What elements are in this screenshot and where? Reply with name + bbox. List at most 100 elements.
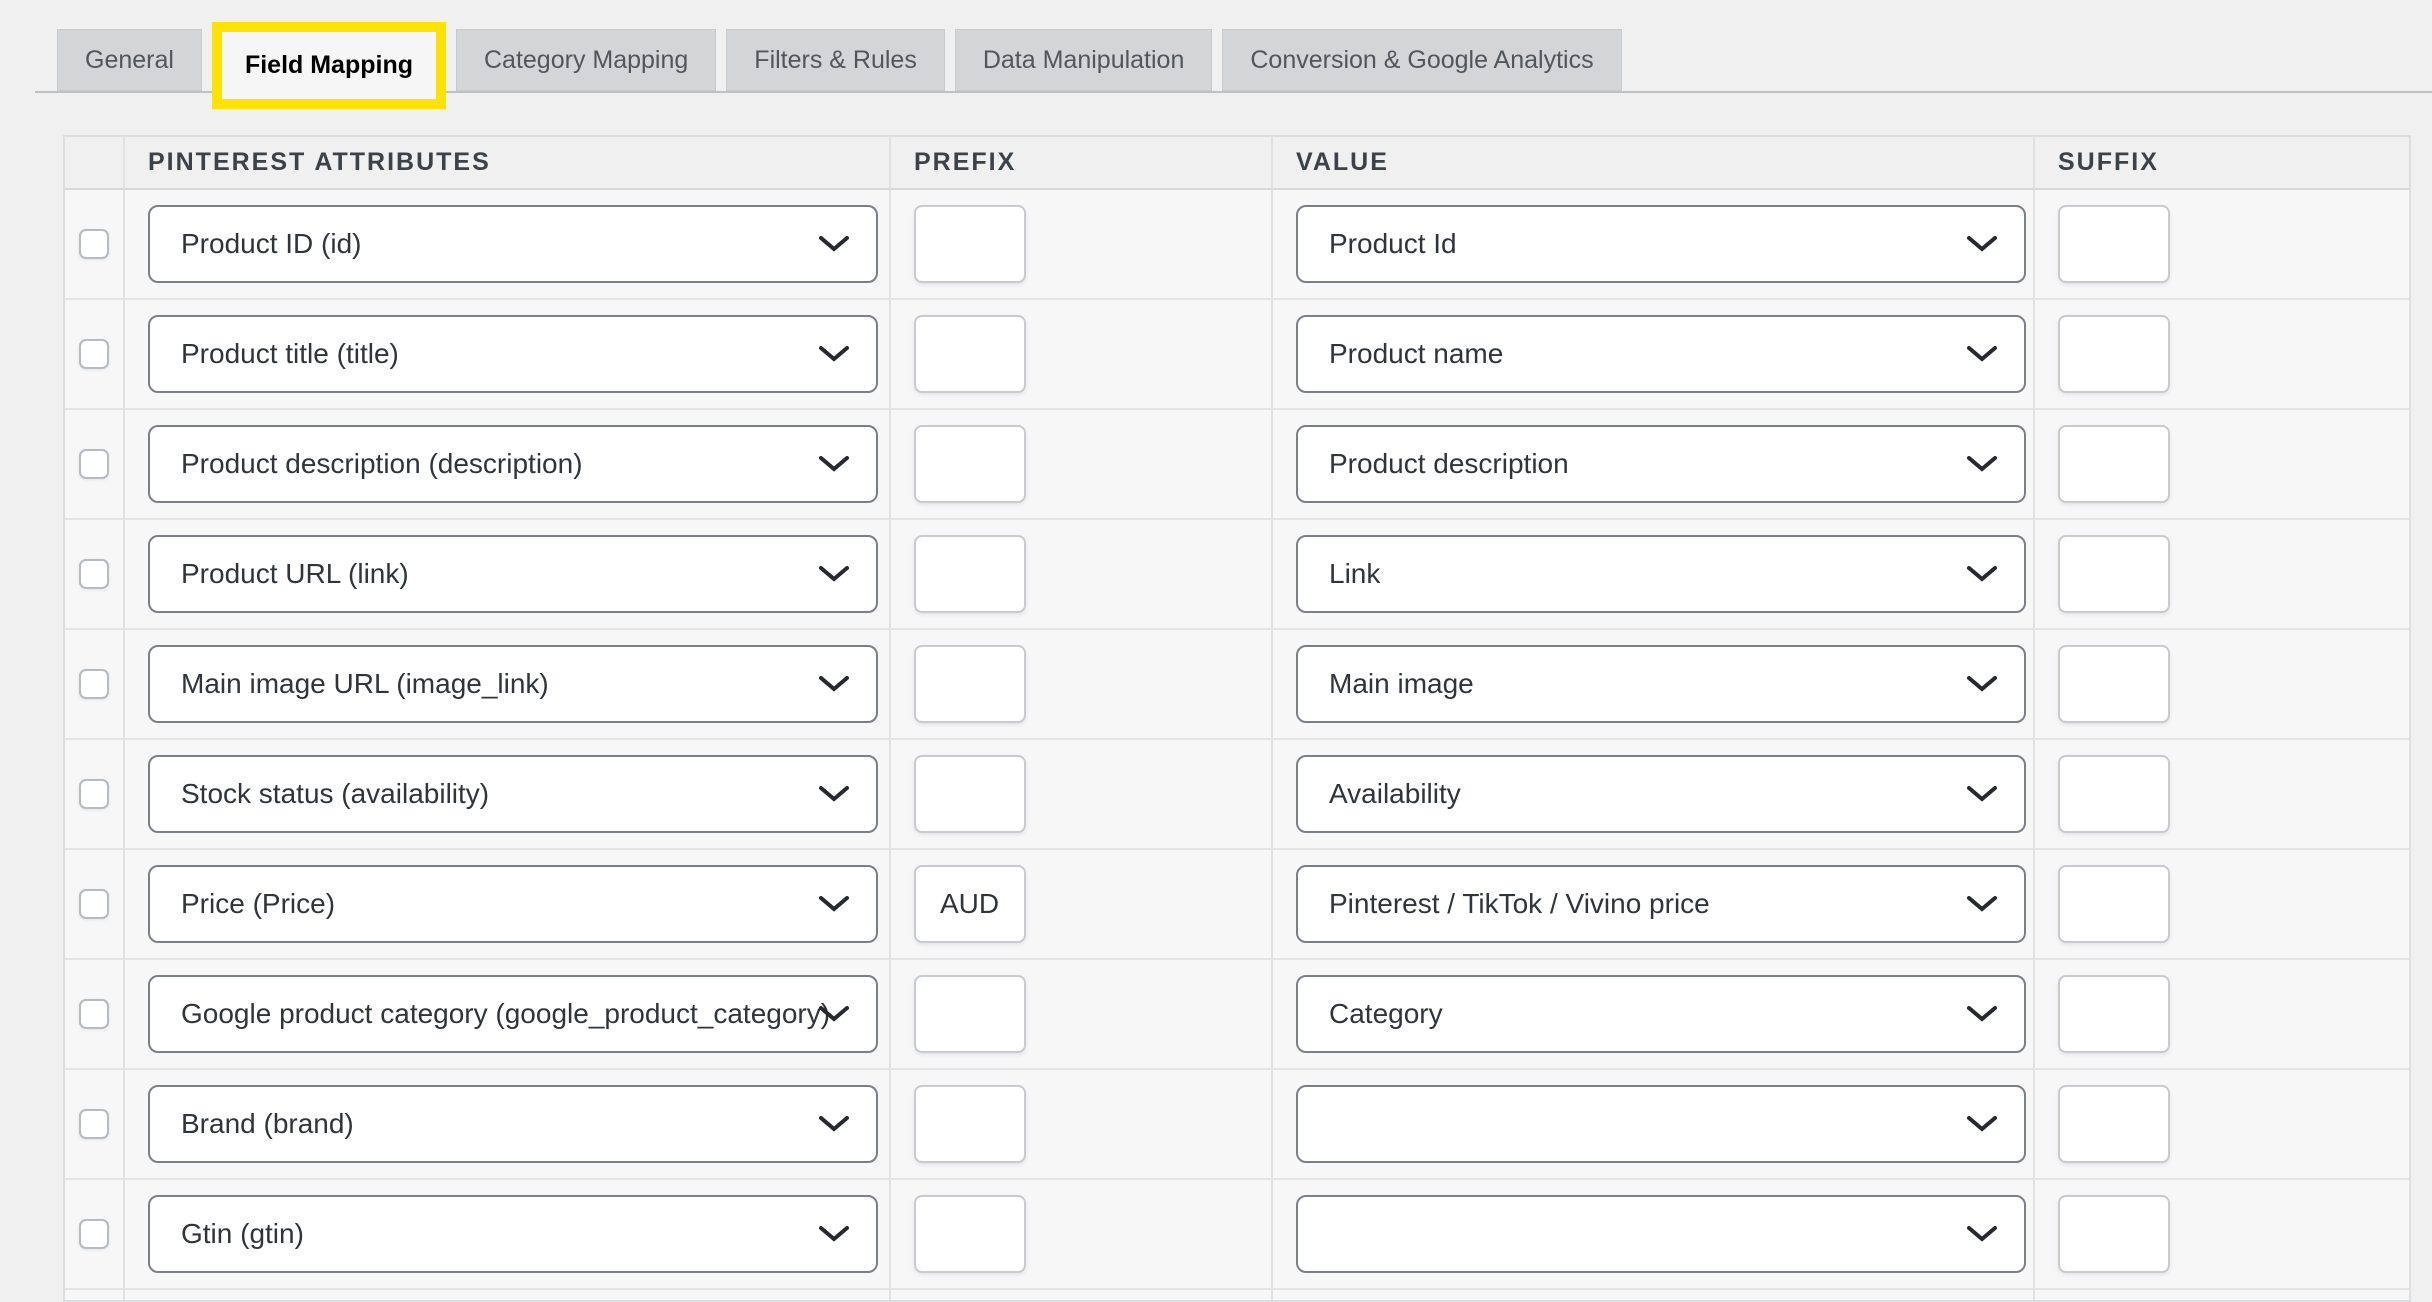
tab-field-mapping[interactable]: Field Mapping	[222, 32, 436, 99]
suffix-input[interactable]	[2058, 975, 2170, 1053]
chevron-down-icon	[1967, 456, 1997, 472]
column-header-checkbox	[65, 137, 125, 190]
pinterest-attribute-select[interactable]: Product URL (link)	[148, 535, 878, 613]
active-tab-highlight-frame: Field Mapping	[212, 22, 446, 109]
settings-tabbar: General Field Mapping Category Mapping F…	[57, 29, 1622, 91]
prefix-input[interactable]	[914, 1195, 1026, 1273]
row-checkbox[interactable]	[79, 449, 109, 479]
pinterest-attribute-selected-value: Gtin (gtin)	[181, 1218, 304, 1250]
prefix-input[interactable]	[914, 425, 1026, 503]
chevron-down-icon	[819, 456, 849, 472]
value-selected-value: Availability	[1329, 778, 1461, 810]
row-checkbox[interactable]	[79, 779, 109, 809]
tab-general[interactable]: General	[57, 29, 202, 91]
pinterest-attribute-selected-value: Product ID (id)	[181, 228, 362, 260]
chevron-down-icon	[819, 566, 849, 582]
tab-category-mapping[interactable]: Category Mapping	[456, 29, 716, 91]
value-select[interactable]: Availability	[1296, 755, 2026, 833]
value-select[interactable]: Product Id	[1296, 205, 2026, 283]
tab-data-manipulation[interactable]: Data Manipulation	[955, 29, 1213, 91]
suffix-input[interactable]	[2058, 315, 2170, 393]
prefix-input[interactable]	[914, 205, 1026, 283]
chevron-down-icon	[1967, 236, 1997, 252]
chevron-down-icon	[1967, 1226, 1997, 1242]
pinterest-attribute-select[interactable]: Main image URL (image_link)	[148, 645, 878, 723]
prefix-input[interactable]	[914, 1085, 1026, 1163]
pinterest-attribute-select[interactable]: Product title (title)	[148, 315, 878, 393]
column-header-pinterest-attributes: PINTEREST ATTRIBUTES	[125, 137, 891, 190]
value-selected-value: Link	[1329, 558, 1380, 590]
prefix-input[interactable]	[914, 865, 1026, 943]
column-header-prefix: PREFIX	[891, 137, 1273, 190]
value-select[interactable]: Product description	[1296, 425, 2026, 503]
pinterest-attribute-selected-value: Product title (title)	[181, 338, 399, 370]
value-selected-value: Product description	[1329, 448, 1569, 480]
value-select[interactable]: Category	[1296, 975, 2026, 1053]
suffix-input[interactable]	[2058, 755, 2170, 833]
suffix-input[interactable]	[2058, 645, 2170, 723]
chevron-down-icon	[1967, 786, 1997, 802]
tab-conversion-google-analytics[interactable]: Conversion & Google Analytics	[1222, 29, 1621, 91]
column-header-value: VALUE	[1273, 137, 2035, 190]
chevron-down-icon	[819, 346, 849, 362]
chevron-down-icon	[819, 786, 849, 802]
value-select[interactable]: Link	[1296, 535, 2026, 613]
value-selected-value: Product name	[1329, 338, 1503, 370]
chevron-down-icon	[1967, 346, 1997, 362]
row-checkbox[interactable]	[79, 229, 109, 259]
value-select[interactable]: Main image	[1296, 645, 2026, 723]
row-checkbox[interactable]	[79, 559, 109, 589]
suffix-input[interactable]	[2058, 1085, 2170, 1163]
chevron-down-icon	[819, 1006, 849, 1022]
value-select[interactable]	[1296, 1195, 2026, 1273]
row-checkbox[interactable]	[79, 339, 109, 369]
chevron-down-icon	[819, 1226, 849, 1242]
value-select[interactable]	[1296, 1085, 2026, 1163]
row-checkbox[interactable]	[79, 999, 109, 1029]
value-selected-value: Main image	[1329, 668, 1474, 700]
chevron-down-icon	[1967, 1006, 1997, 1022]
value-selected-value: Pinterest / TikTok / Vivino price	[1329, 888, 1710, 920]
chevron-down-icon	[819, 676, 849, 692]
chevron-down-icon	[1967, 1116, 1997, 1132]
value-select[interactable]: Pinterest / TikTok / Vivino price	[1296, 865, 2026, 943]
pinterest-attribute-select[interactable]: Gtin (gtin)	[148, 1195, 878, 1273]
chevron-down-icon	[1967, 566, 1997, 582]
pinterest-attribute-select[interactable]: Product ID (id)	[148, 205, 878, 283]
pinterest-attribute-select[interactable]: Product description (description)	[148, 425, 878, 503]
pinterest-attribute-selected-value: Product URL (link)	[181, 558, 409, 590]
prefix-input[interactable]	[914, 535, 1026, 613]
pinterest-attribute-selected-value: Stock status (availability)	[181, 778, 489, 810]
suffix-input[interactable]	[2058, 425, 2170, 503]
value-select[interactable]: Product name	[1296, 315, 2026, 393]
pinterest-attribute-select[interactable]: Stock status (availability)	[148, 755, 878, 833]
pinterest-attribute-selected-value: Price (Price)	[181, 888, 335, 920]
chevron-down-icon	[819, 1116, 849, 1132]
suffix-input[interactable]	[2058, 1195, 2170, 1273]
pinterest-attribute-selected-value: Product description (description)	[181, 448, 583, 480]
chevron-down-icon	[1967, 676, 1997, 692]
value-selected-value: Product Id	[1329, 228, 1457, 260]
chevron-down-icon	[819, 236, 849, 252]
suffix-input[interactable]	[2058, 535, 2170, 613]
pinterest-attribute-select[interactable]: Brand (brand)	[148, 1085, 878, 1163]
prefix-input[interactable]	[914, 975, 1026, 1053]
pinterest-attribute-selected-value: Google product category (google_product_…	[181, 998, 830, 1030]
row-checkbox[interactable]	[79, 889, 109, 919]
row-checkbox[interactable]	[79, 669, 109, 699]
pinterest-attribute-selected-value: Brand (brand)	[181, 1108, 354, 1140]
pinterest-attribute-select[interactable]: Google product category (google_product_…	[148, 975, 878, 1053]
column-header-suffix: SUFFIX	[2035, 137, 2409, 190]
row-checkbox[interactable]	[79, 1109, 109, 1139]
prefix-input[interactable]	[914, 315, 1026, 393]
pinterest-attribute-selected-value: Main image URL (image_link)	[181, 668, 549, 700]
tab-filters-rules[interactable]: Filters & Rules	[726, 29, 945, 91]
prefix-input[interactable]	[914, 645, 1026, 723]
suffix-input[interactable]	[2058, 865, 2170, 943]
prefix-input[interactable]	[914, 755, 1026, 833]
row-checkbox[interactable]	[79, 1219, 109, 1249]
value-selected-value: Category	[1329, 998, 1443, 1030]
suffix-input[interactable]	[2058, 205, 2170, 283]
pinterest-attribute-select[interactable]: Price (Price)	[148, 865, 878, 943]
field-mapping-page: General Field Mapping Category Mapping F…	[0, 0, 2432, 1302]
